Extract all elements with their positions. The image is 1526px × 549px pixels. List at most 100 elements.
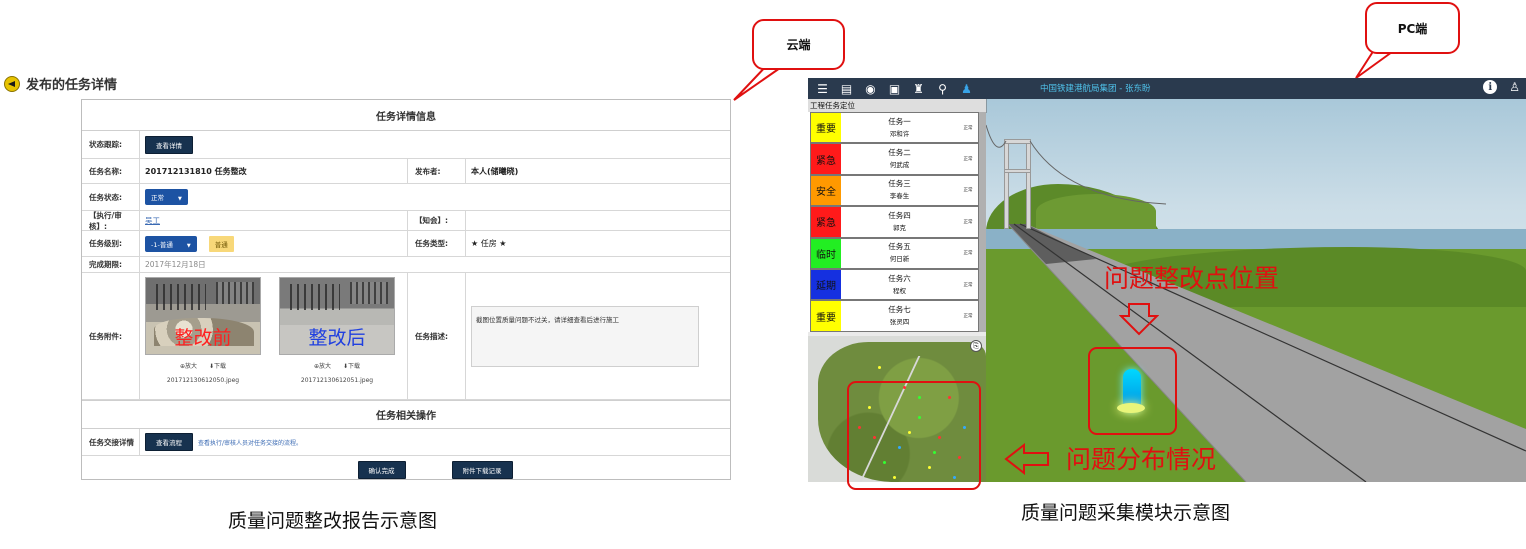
issue-distribution-annotation: 问题分布情况 bbox=[1066, 445, 1217, 474]
location-person-icon[interactable]: ⚲ bbox=[933, 79, 952, 98]
zoom-button[interactable]: ⊕放大 bbox=[314, 361, 331, 370]
photo-before-label: 整改前 bbox=[174, 327, 232, 349]
photo-before[interactable]: 整改前 bbox=[145, 277, 261, 355]
task-info: 任务四 郭克 bbox=[841, 207, 958, 236]
distribution-highlight bbox=[847, 381, 981, 490]
task-list-item[interactable]: 紧急 任务二 何武成 正常 bbox=[810, 143, 979, 175]
section-title-info: 任务详情信息 bbox=[82, 100, 730, 131]
3d-scene[interactable]: 问题整改点位置 问题分布情况 bbox=[986, 99, 1526, 482]
attachment-after: 整改后 ⊕放大 ⬇下载 201712130612051.jpeg bbox=[279, 277, 395, 384]
row-name: 任务名称: 201712131810 任务整改 发布者: 本人(储曦晓) bbox=[82, 159, 730, 184]
task-list-item[interactable]: 安全 任务三 李春生 正常 bbox=[810, 174, 979, 207]
task-status: 正常 bbox=[963, 125, 973, 131]
exec-label: 【执行/审核】: bbox=[82, 211, 140, 231]
task-name: 任务三 bbox=[888, 179, 911, 189]
exec-value[interactable]: 吴工 bbox=[145, 215, 160, 226]
task-list-item[interactable]: 紧急 任务四 郭克 正常 bbox=[810, 206, 979, 238]
task-assignee: 张灵四 bbox=[889, 318, 910, 327]
task-info: 任务六 程权 bbox=[841, 270, 958, 299]
row-exec: 【执行/审核】: 吴工 【知会】: bbox=[82, 211, 730, 231]
photo-after[interactable]: 整改后 bbox=[279, 277, 395, 355]
task-status: 正常 bbox=[963, 157, 973, 163]
zoom-button[interactable]: ⊕放大 bbox=[180, 361, 197, 370]
task-name: 任务一 bbox=[888, 116, 911, 126]
task-info: 任务二 何武成 bbox=[841, 144, 958, 173]
view-detail-button[interactable]: 查看详情 bbox=[145, 135, 193, 154]
task-name: 任务六 bbox=[888, 273, 911, 283]
task-name: 任务四 bbox=[888, 210, 911, 220]
task-status: 正常 bbox=[963, 188, 973, 194]
state-select[interactable]: 正常 ▼ bbox=[145, 189, 188, 205]
user-location-icon[interactable]: ♙ bbox=[1509, 80, 1520, 94]
cloud-callout: 云端 bbox=[752, 19, 845, 70]
confirm-complete-button[interactable]: 确认完成 bbox=[357, 461, 406, 479]
download-records-button[interactable]: 附件下载记录 bbox=[451, 461, 513, 479]
task-detail-panel: 任务详情信息 状态跟踪: 查看详情 任务名称: 201712131810 任务整… bbox=[81, 99, 731, 480]
task-list-item[interactable]: 重要 任务一 邓和许 正常 bbox=[810, 112, 979, 144]
publisher-value: 本人(储曦晓) bbox=[471, 166, 519, 176]
file-name-after: 201712130612051.jpeg bbox=[300, 377, 374, 384]
task-name: 任务七 bbox=[888, 305, 911, 315]
section-title-ops: 任务相关操作 bbox=[82, 400, 730, 429]
task-list-item[interactable]: 延期 任务六 程权 正常 bbox=[810, 268, 979, 301]
task-status: 正常 bbox=[963, 219, 973, 225]
task-assignee: 程权 bbox=[893, 286, 906, 295]
task-info: 任务三 李春生 bbox=[841, 176, 958, 205]
row-level: 任务级别: -1-普通 ▼ 普通 任务类型: ★ 任房 ★ bbox=[82, 231, 730, 257]
page-header: 发布的任务详情 bbox=[4, 74, 117, 93]
task-assignee: 郭克 bbox=[893, 223, 906, 232]
download-button[interactable]: ⬇下载 bbox=[209, 361, 226, 370]
task-info: 任务五 何日新 bbox=[841, 239, 958, 268]
task-assignee: 何日新 bbox=[889, 255, 910, 264]
task-list: 重要 任务一 邓和许 正常 紧急 任务二 何武成 正常 安全 任务三 李春生 正常 紧急 任务四 郭克 正常临… bbox=[808, 112, 986, 332]
minimap-tool-icon[interactable]: ⎘ bbox=[970, 340, 982, 352]
deadline-value: 2017年12月18日 bbox=[145, 260, 206, 269]
caption-right: 质量问题采集模块示意图 bbox=[1021, 502, 1231, 524]
org-title: 中国铁建港航局集团 - 张东盼 bbox=[1040, 84, 1151, 94]
type-label: 任务类型: bbox=[408, 231, 466, 256]
task-info: 任务七 张灵四 bbox=[841, 301, 958, 330]
task-assignee: 何武成 bbox=[889, 161, 910, 170]
list-icon[interactable]: ☰ bbox=[813, 79, 832, 98]
row-state: 任务状态: 正常 ▼ bbox=[82, 184, 730, 211]
task-list-item[interactable]: 临时 任务五 何日新 正常 bbox=[810, 237, 979, 269]
minimap-issue-dot[interactable] bbox=[878, 366, 881, 369]
task-level-badge: 安全 bbox=[811, 175, 841, 206]
level-label: 任务级别: bbox=[82, 231, 140, 256]
eye-icon[interactable]: ◉ bbox=[861, 79, 880, 98]
level-select[interactable]: -1-普通 ▼ bbox=[145, 235, 197, 252]
cc-label: 【知会】: bbox=[408, 211, 466, 230]
page-title: 发布的任务详情 bbox=[26, 78, 118, 93]
pc-toolbar: ☰ ▤ ◉ ▣ ♜ ⚲ ♟ 中国铁建港航局集团 - 张东盼 i ♙ bbox=[808, 78, 1526, 99]
task-list-item[interactable]: 重要 任务七 张灵四 正常 bbox=[810, 300, 979, 332]
task-level-badge: 紧急 bbox=[811, 207, 841, 237]
level-tag: 普通 bbox=[208, 235, 234, 252]
document-icon[interactable]: ▤ bbox=[837, 79, 856, 98]
camera-icon[interactable]: ▣ bbox=[885, 79, 904, 98]
left-arrow-icon bbox=[1004, 443, 1049, 475]
download-button[interactable]: ⬇下载 bbox=[343, 361, 360, 370]
row-flow: 任务交接详情 查看流程 查看执行/审核人员对任务交接的流程。 bbox=[82, 429, 730, 456]
row-deadline: 完成期限: 2017年12月18日 bbox=[82, 257, 730, 273]
task-level-badge: 重要 bbox=[811, 113, 841, 143]
worker-icon[interactable]: ♜ bbox=[909, 79, 928, 98]
deadline-label: 完成期限: bbox=[82, 257, 140, 272]
task-assignee: 李春生 bbox=[889, 192, 910, 201]
task-status: 正常 bbox=[963, 251, 973, 257]
name-label: 任务名称: bbox=[82, 159, 140, 183]
pane-title: 工程任务定位 bbox=[808, 99, 986, 112]
users-icon[interactable]: ♟ bbox=[957, 79, 976, 98]
view-flow-button[interactable]: 查看流程 bbox=[145, 433, 193, 451]
desc-textarea[interactable]: 截图位置质量问题不过关，请详细查看后进行施工 bbox=[471, 305, 699, 367]
name-value: 201712131810 任务整改 bbox=[140, 159, 408, 183]
task-level-badge: 紧急 bbox=[811, 144, 841, 174]
back-icon[interactable] bbox=[4, 75, 20, 92]
flow-label: 任务交接详情 bbox=[82, 429, 140, 455]
task-name: 任务二 bbox=[888, 148, 911, 158]
publisher-label: 发布者: bbox=[408, 159, 466, 183]
attach-label: 任务附件: bbox=[82, 273, 140, 399]
info-icon[interactable]: i bbox=[1483, 80, 1498, 94]
issue-point-highlight bbox=[1088, 347, 1177, 435]
cc-value bbox=[466, 211, 730, 230]
attachment-before: 整改前 ⊕放大 ⬇下载 201712130612050.jpeg bbox=[145, 277, 261, 384]
